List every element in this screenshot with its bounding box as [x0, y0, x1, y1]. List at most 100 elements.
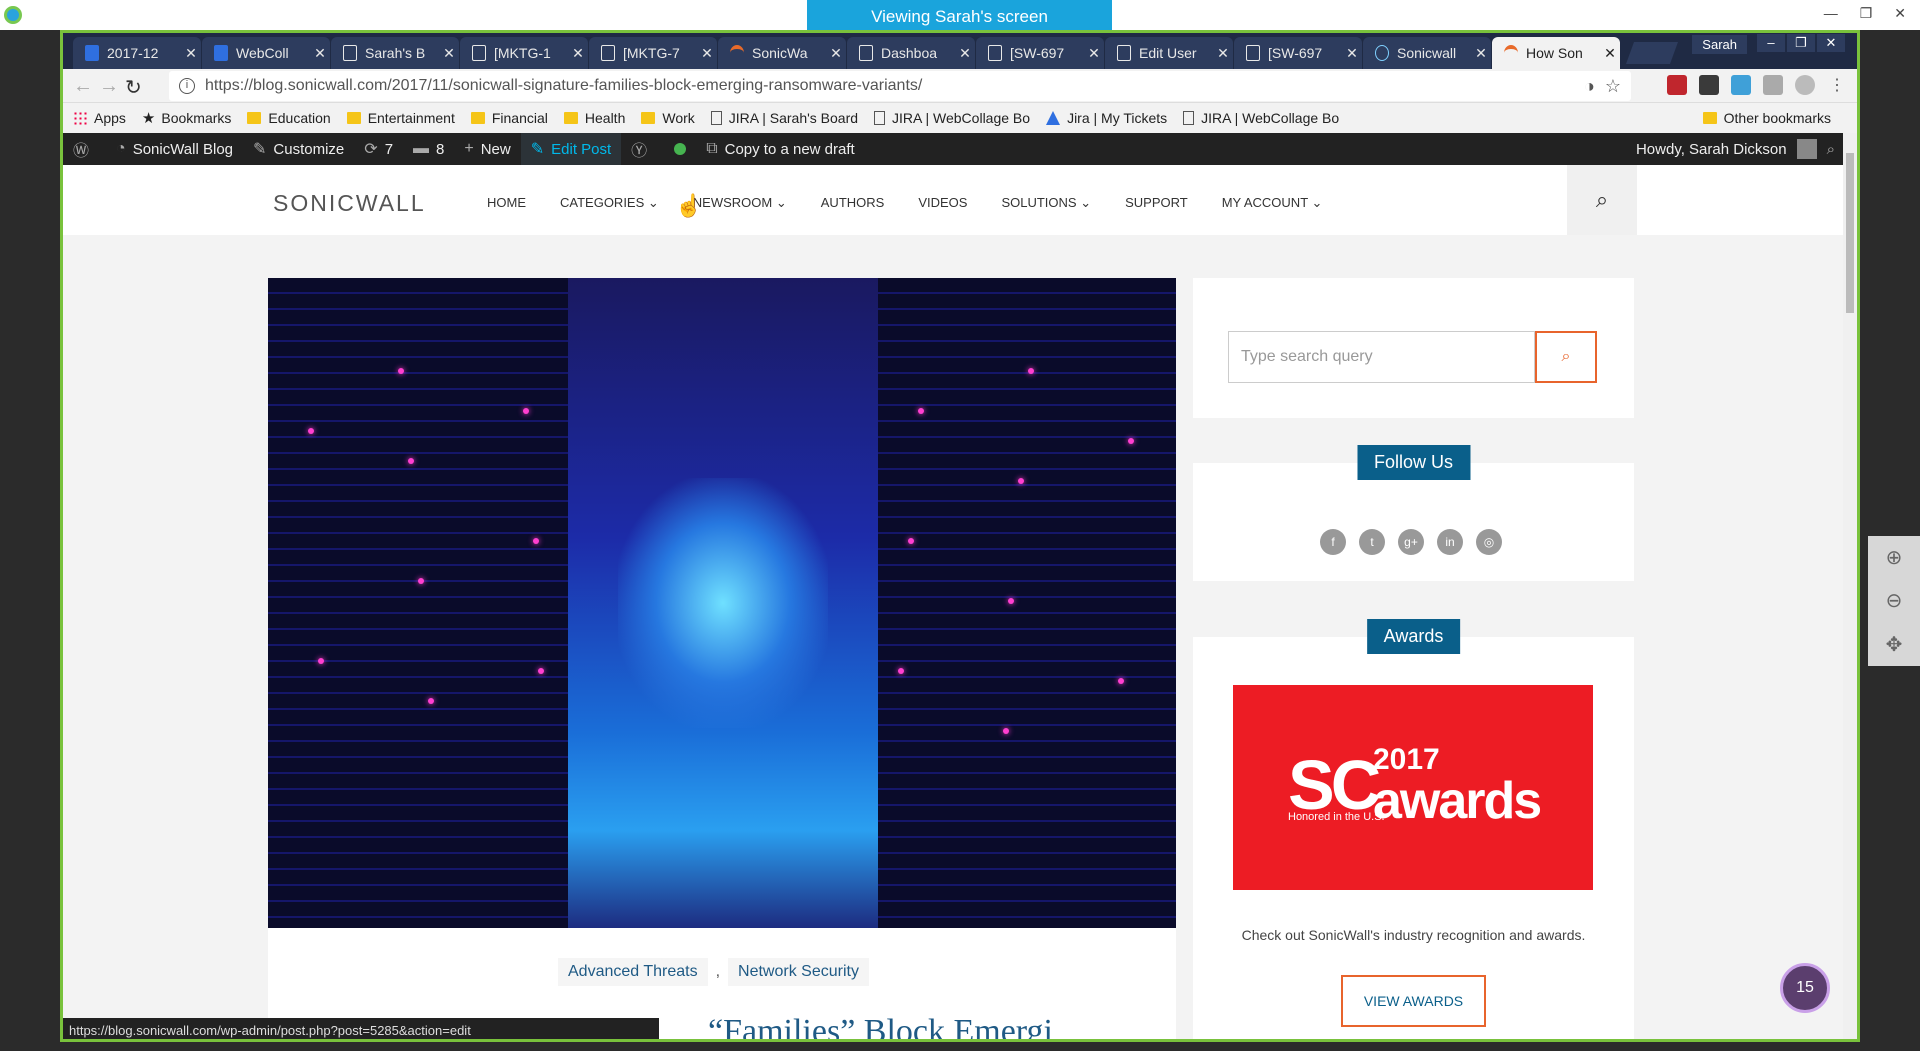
bookmark-star-icon[interactable]: ☆ [1605, 76, 1621, 97]
view-awards-button[interactable]: VIEW AWARDS [1341, 975, 1486, 1027]
sidebar-search-input[interactable]: Type search query [1228, 331, 1535, 383]
tab-close-icon[interactable]: ✕ [826, 45, 846, 62]
browser-tab[interactable]: [MKTG-1 ✕ [460, 37, 588, 69]
nav-item[interactable]: VIDEOS [918, 195, 967, 211]
folder-icon [470, 112, 485, 124]
new-tab-button[interactable] [1625, 42, 1679, 64]
sonicwall-logo[interactable]: SONICWALL [273, 190, 426, 217]
search-icon[interactable]: ⌕ [1827, 141, 1835, 158]
close-icon[interactable]: ✕ [1817, 34, 1845, 52]
nav-item[interactable]: HOME [487, 195, 526, 211]
browser-tab[interactable]: [SW-697 ✕ [1234, 37, 1362, 69]
tab-close-icon[interactable]: ✕ [697, 45, 717, 62]
browser-tab[interactable]: Edit User ✕ [1105, 37, 1233, 69]
comments-link[interactable]: ▬ 8 [403, 133, 454, 165]
site-name-link[interactable]: ◔ SonicWall Blog [106, 133, 243, 165]
browser-tab[interactable]: Sarah's B ✕ [331, 37, 459, 69]
bookmark-item[interactable]: Jira | My Tickets [1046, 110, 1167, 126]
sc-awards-image[interactable]: SC 2017 awards Honored in the U.S. [1233, 685, 1593, 890]
browser-tab[interactable]: SonicWa ✕ [718, 37, 846, 69]
other-bookmarks[interactable]: Other bookmarks [1702, 110, 1831, 126]
browser-tab[interactable]: [SW-697 ✕ [976, 37, 1104, 69]
browser-tab[interactable]: [MKTG-7 ✕ [589, 37, 717, 69]
tab-close-icon[interactable]: ✕ [1342, 45, 1362, 62]
tab-close-icon[interactable]: ✕ [439, 45, 459, 62]
notification-badge[interactable]: 15 [1780, 963, 1830, 1013]
address-bar[interactable]: i https://blog.sonicwall.com/2017/11/son… [169, 71, 1631, 101]
avatar[interactable] [1796, 139, 1817, 159]
tab-close-icon[interactable]: ✕ [1600, 45, 1620, 62]
nav-item[interactable]: SUPPORT [1125, 195, 1188, 211]
nav-item[interactable]: CATEGORIES ⌄ [560, 195, 659, 211]
url-text[interactable]: https://blog.sonicwall.com/2017/11/sonic… [205, 77, 1584, 95]
category-link[interactable]: Network Security [728, 958, 869, 986]
rss-icon[interactable]: ◎ [1476, 529, 1502, 555]
search-icon[interactable]: ⌕ [1567, 165, 1637, 235]
page-scrollbar[interactable] [1843, 133, 1857, 1039]
browser-tab[interactable]: 2017-12 ✕ [73, 37, 201, 69]
menu-icon[interactable]: ⋮ [1827, 75, 1847, 95]
tab-close-icon[interactable]: ✕ [1213, 45, 1233, 62]
bookmark-item[interactable]: Apps [73, 110, 126, 126]
tab-close-icon[interactable]: ✕ [1084, 45, 1104, 62]
bookmark-item[interactable]: JIRA | Sarah's Board [710, 110, 858, 126]
edit-post-link[interactable]: ✎ Edit Post [520, 133, 622, 165]
bookmark-item[interactable]: JIRA | WebCollage Bo [1183, 110, 1339, 126]
nav-item[interactable]: AUTHORS [821, 195, 885, 211]
extension-icon[interactable] [1795, 75, 1815, 95]
info-icon[interactable]: i [179, 78, 195, 94]
category-link[interactable]: Advanced Threats [558, 958, 708, 986]
new-content-link[interactable]: + New [454, 133, 520, 165]
bookmark-item[interactable]: JIRA | WebCollage Bo [874, 110, 1030, 126]
back-icon[interactable]: ← [73, 75, 93, 98]
tab-close-icon[interactable]: ✕ [955, 45, 975, 62]
nav-item[interactable]: SOLUTIONS ⌄ [1001, 195, 1091, 211]
nav-item[interactable]: MY ACCOUNT ⌄ [1222, 195, 1323, 211]
copy-draft-link[interactable]: ⧉ Copy to a new draft [696, 133, 865, 165]
pan-icon[interactable]: ✥ [1886, 632, 1903, 657]
forward-icon[interactable]: → [99, 75, 119, 98]
profile-button[interactable]: Sarah [1692, 35, 1747, 54]
browser-tab[interactable]: Sonicwall ✕ [1363, 37, 1491, 69]
yoast-link[interactable]: Ⓨ [621, 133, 664, 165]
bookmark-item[interactable]: ★ Bookmarks [142, 109, 231, 127]
bookmark-item[interactable]: Entertainment [346, 110, 455, 126]
bookmark-item[interactable]: Financial [470, 110, 548, 126]
close-icon[interactable]: ✕ [1894, 5, 1906, 22]
bookmark-item[interactable]: Education [247, 110, 331, 126]
customize-link[interactable]: ✎ Customize [243, 133, 354, 165]
checkmark-extension-icon[interactable] [1699, 75, 1719, 95]
reload-icon[interactable]: ↻ [125, 75, 142, 100]
linkedin-icon[interactable]: in [1437, 529, 1463, 555]
wordpress-logo[interactable]: Ⓦ [63, 133, 106, 165]
seo-status[interactable] [664, 133, 696, 165]
browser-tab[interactable]: How Son ✕ [1492, 37, 1620, 69]
browser-tab[interactable]: WebColl ✕ [202, 37, 330, 69]
extension-icon[interactable] [1763, 75, 1783, 95]
howdy-account-link[interactable]: Howdy, Sarah Dickson [1636, 141, 1787, 158]
tab-close-icon[interactable]: ✕ [310, 45, 330, 62]
nav-item[interactable]: NEWSROOM ⌄ [693, 195, 787, 211]
tab-close-icon[interactable]: ✕ [181, 45, 201, 62]
restore-icon[interactable]: ❐ [1787, 34, 1815, 52]
browser-tab[interactable]: Dashboa ✕ [847, 37, 975, 69]
tab-close-icon[interactable]: ✕ [568, 45, 588, 62]
extension-icon[interactable] [1731, 75, 1751, 95]
google-plus-icon[interactable]: g+ [1398, 529, 1424, 555]
facebook-icon[interactable]: f [1320, 529, 1346, 555]
maximize-icon[interactable]: ❐ [1860, 5, 1873, 22]
chevron-down-icon: ⌄ [772, 195, 787, 210]
bookmark-item[interactable]: Work [641, 110, 695, 126]
minimize-icon[interactable]: – [1757, 34, 1785, 52]
twitter-icon[interactable]: t [1359, 529, 1385, 555]
adblock-icon[interactable] [1667, 75, 1687, 95]
tab-close-icon[interactable]: ✕ [1471, 45, 1491, 62]
scrollbar-thumb[interactable] [1846, 153, 1854, 313]
search-icon[interactable]: ⌕ [1535, 331, 1597, 383]
bookmark-item[interactable]: Health [563, 110, 625, 126]
updates-link[interactable]: ⟳ 7 [354, 133, 403, 165]
zoom-in-icon[interactable]: ⊕ [1886, 545, 1903, 570]
minimize-icon[interactable]: — [1824, 5, 1838, 22]
zoom-out-icon[interactable]: ⊖ [1886, 588, 1903, 613]
privacy-shield-icon[interactable]: ◑ [1584, 76, 1595, 97]
